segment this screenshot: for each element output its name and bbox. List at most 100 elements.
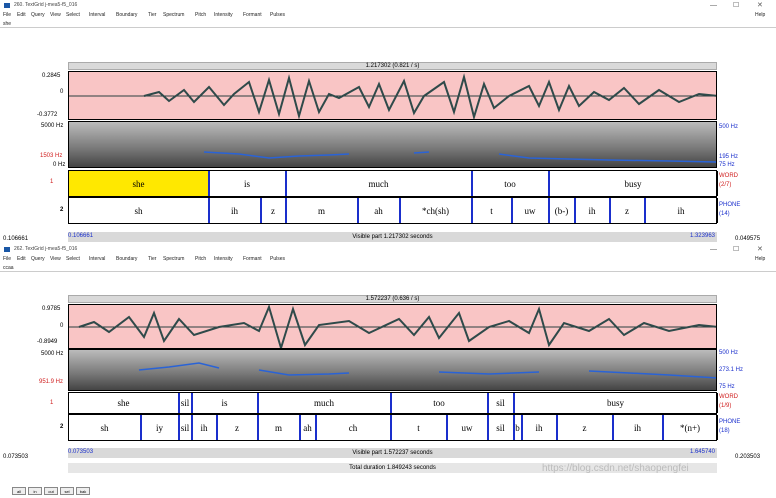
menu-help[interactable]: Help bbox=[755, 11, 765, 20]
interval-9[interactable]: uw bbox=[447, 415, 488, 440]
menu-edit[interactable]: Edit bbox=[17, 255, 26, 264]
minimize-icon[interactable]: — bbox=[710, 0, 717, 11]
menu-select[interactable]: Select bbox=[66, 11, 80, 20]
word-tier[interactable]: she sil is much too sil busy bbox=[68, 392, 718, 414]
visible-part-label: Visible part 1.217302 seconds bbox=[352, 234, 433, 240]
interval-3[interactable]: much bbox=[258, 393, 391, 413]
menu-tier[interactable]: Tier bbox=[148, 11, 156, 20]
minimize-icon[interactable]: — bbox=[710, 244, 717, 255]
waveform-panel[interactable] bbox=[68, 304, 717, 349]
maximize-icon[interactable]: ☐ bbox=[733, 244, 739, 255]
interval-3[interactable]: too bbox=[472, 171, 549, 196]
menu-interval[interactable]: Interval bbox=[89, 255, 105, 264]
interval-6[interactable]: ah bbox=[300, 415, 316, 440]
interval-3[interactable]: ih bbox=[192, 415, 217, 440]
menu-query[interactable]: Query bbox=[31, 11, 45, 20]
interval-4[interactable]: busy bbox=[549, 171, 718, 196]
tier2-count: (14) bbox=[719, 211, 730, 217]
menu-intensity[interactable]: Intensity bbox=[214, 11, 233, 20]
pitch-mid-label: 273.1 Hz bbox=[719, 367, 744, 373]
interval-14[interactable]: ih bbox=[613, 415, 663, 440]
menu-spectrum[interactable]: Spectrum bbox=[163, 255, 184, 264]
menu-intensity[interactable]: Intensity bbox=[214, 255, 233, 264]
interval-10[interactable]: z bbox=[610, 198, 645, 223]
tier2-count: (18) bbox=[719, 428, 730, 434]
interval-2[interactable]: is bbox=[192, 393, 258, 413]
spectrogram-panel[interactable] bbox=[68, 349, 717, 391]
interval-6[interactable]: t bbox=[472, 198, 512, 223]
menu-boundary[interactable]: Boundary bbox=[116, 11, 137, 20]
maximize-icon[interactable]: ☐ bbox=[733, 0, 739, 11]
menu-edit[interactable]: Edit bbox=[17, 11, 26, 20]
visible-part-bar[interactable]: 0.073503 Visible part 1.572237 seconds 1… bbox=[68, 448, 717, 458]
selection-duration-bar[interactable]: 1.217302 (0.821 / s) bbox=[68, 62, 717, 70]
menu-formant[interactable]: Formant bbox=[243, 255, 262, 264]
interval-7[interactable]: ch bbox=[316, 415, 391, 440]
interval-7[interactable]: uw bbox=[512, 198, 549, 223]
menu-view[interactable]: View bbox=[50, 11, 61, 20]
interval-2[interactable]: z bbox=[261, 198, 286, 223]
menu-file[interactable]: File bbox=[3, 255, 11, 264]
tier1-number[interactable]: 1 bbox=[50, 178, 53, 186]
interval-3[interactable]: m bbox=[286, 198, 358, 223]
interval-0[interactable]: she bbox=[69, 171, 209, 196]
visible-part-bar[interactable]: 0.106661 Visible part 1.217302 seconds 1… bbox=[68, 232, 717, 242]
interval-5[interactable]: m bbox=[258, 415, 300, 440]
interval-10[interactable]: sil bbox=[488, 415, 514, 440]
interval-13[interactable]: z bbox=[557, 415, 613, 440]
menu-interval[interactable]: Interval bbox=[89, 11, 105, 20]
close-icon[interactable]: ✕ bbox=[757, 0, 763, 11]
tier2-number[interactable]: 2 bbox=[60, 423, 63, 431]
phone-tier[interactable]: sh iy sil ih z m ah ch t uw sil b ih z ih *(n+) bbox=[68, 414, 718, 441]
interval-1[interactable]: is bbox=[209, 171, 286, 196]
menu-spectrum[interactable]: Spectrum bbox=[163, 11, 184, 20]
interval-9[interactable]: ih bbox=[575, 198, 610, 223]
interval-11[interactable]: ih bbox=[645, 198, 718, 223]
text-field[interactable]: she bbox=[0, 20, 776, 28]
menu-query[interactable]: Query bbox=[31, 255, 45, 264]
interval-15[interactable]: *(n+) bbox=[663, 415, 718, 440]
menu-select[interactable]: Select bbox=[66, 255, 80, 264]
interval-5[interactable]: sil bbox=[488, 393, 514, 413]
tier2-number[interactable]: 2 bbox=[60, 206, 63, 214]
interval-6[interactable]: busy bbox=[514, 393, 718, 413]
phone-tier[interactable]: sh ih z m ah *ch(sh) t uw (b-) ih z ih bbox=[68, 197, 718, 224]
interval-8[interactable]: (b-) bbox=[549, 198, 575, 223]
interval-8[interactable]: t bbox=[391, 415, 447, 440]
menu-view[interactable]: View bbox=[50, 255, 61, 264]
interval-0[interactable]: she bbox=[69, 393, 179, 413]
tier2-name: PHONE bbox=[719, 419, 741, 425]
close-icon[interactable]: ✕ bbox=[757, 244, 763, 255]
interval-4[interactable]: ah bbox=[358, 198, 400, 223]
text-field[interactable]: ccaa bbox=[0, 264, 776, 272]
interval-1[interactable]: ih bbox=[209, 198, 261, 223]
tier2-name: PHONE bbox=[719, 202, 741, 208]
menu-formant[interactable]: Formant bbox=[243, 11, 262, 20]
interval-1[interactable]: iy bbox=[141, 415, 179, 440]
interval-5[interactable]: *ch(sh) bbox=[400, 198, 472, 223]
interval-12[interactable]: ih bbox=[522, 415, 557, 440]
interval-0[interactable]: sh bbox=[69, 198, 209, 223]
selection-duration-bar[interactable]: 1.572237 (0.636 / s) bbox=[68, 295, 717, 303]
menu-tier[interactable]: Tier bbox=[148, 255, 156, 264]
menu-pulses[interactable]: Pulses bbox=[270, 11, 285, 20]
menu-bar: File Edit Query View Select Interval Bou… bbox=[0, 255, 776, 264]
waveform bbox=[69, 305, 716, 348]
interval-2[interactable]: much bbox=[286, 171, 472, 196]
waveform-panel[interactable] bbox=[68, 71, 717, 120]
word-tier[interactable]: she is much too busy bbox=[68, 170, 718, 197]
interval-0[interactable]: sh bbox=[69, 415, 141, 440]
praat-icon bbox=[4, 247, 10, 252]
tier1-number[interactable]: 1 bbox=[50, 399, 53, 407]
menu-boundary[interactable]: Boundary bbox=[116, 255, 137, 264]
menu-pitch[interactable]: Pitch bbox=[195, 255, 206, 264]
watermark: https://blog.csdn.net/shaopengfei bbox=[542, 463, 689, 474]
wave-max-label: 0.9785 bbox=[42, 306, 61, 312]
interval-4[interactable]: too bbox=[391, 393, 488, 413]
spectrogram-panel[interactable] bbox=[68, 121, 717, 168]
menu-pitch[interactable]: Pitch bbox=[195, 11, 206, 20]
menu-pulses[interactable]: Pulses bbox=[270, 255, 285, 264]
menu-help[interactable]: Help bbox=[755, 255, 765, 264]
interval-4[interactable]: z bbox=[217, 415, 258, 440]
menu-file[interactable]: File bbox=[3, 11, 11, 20]
